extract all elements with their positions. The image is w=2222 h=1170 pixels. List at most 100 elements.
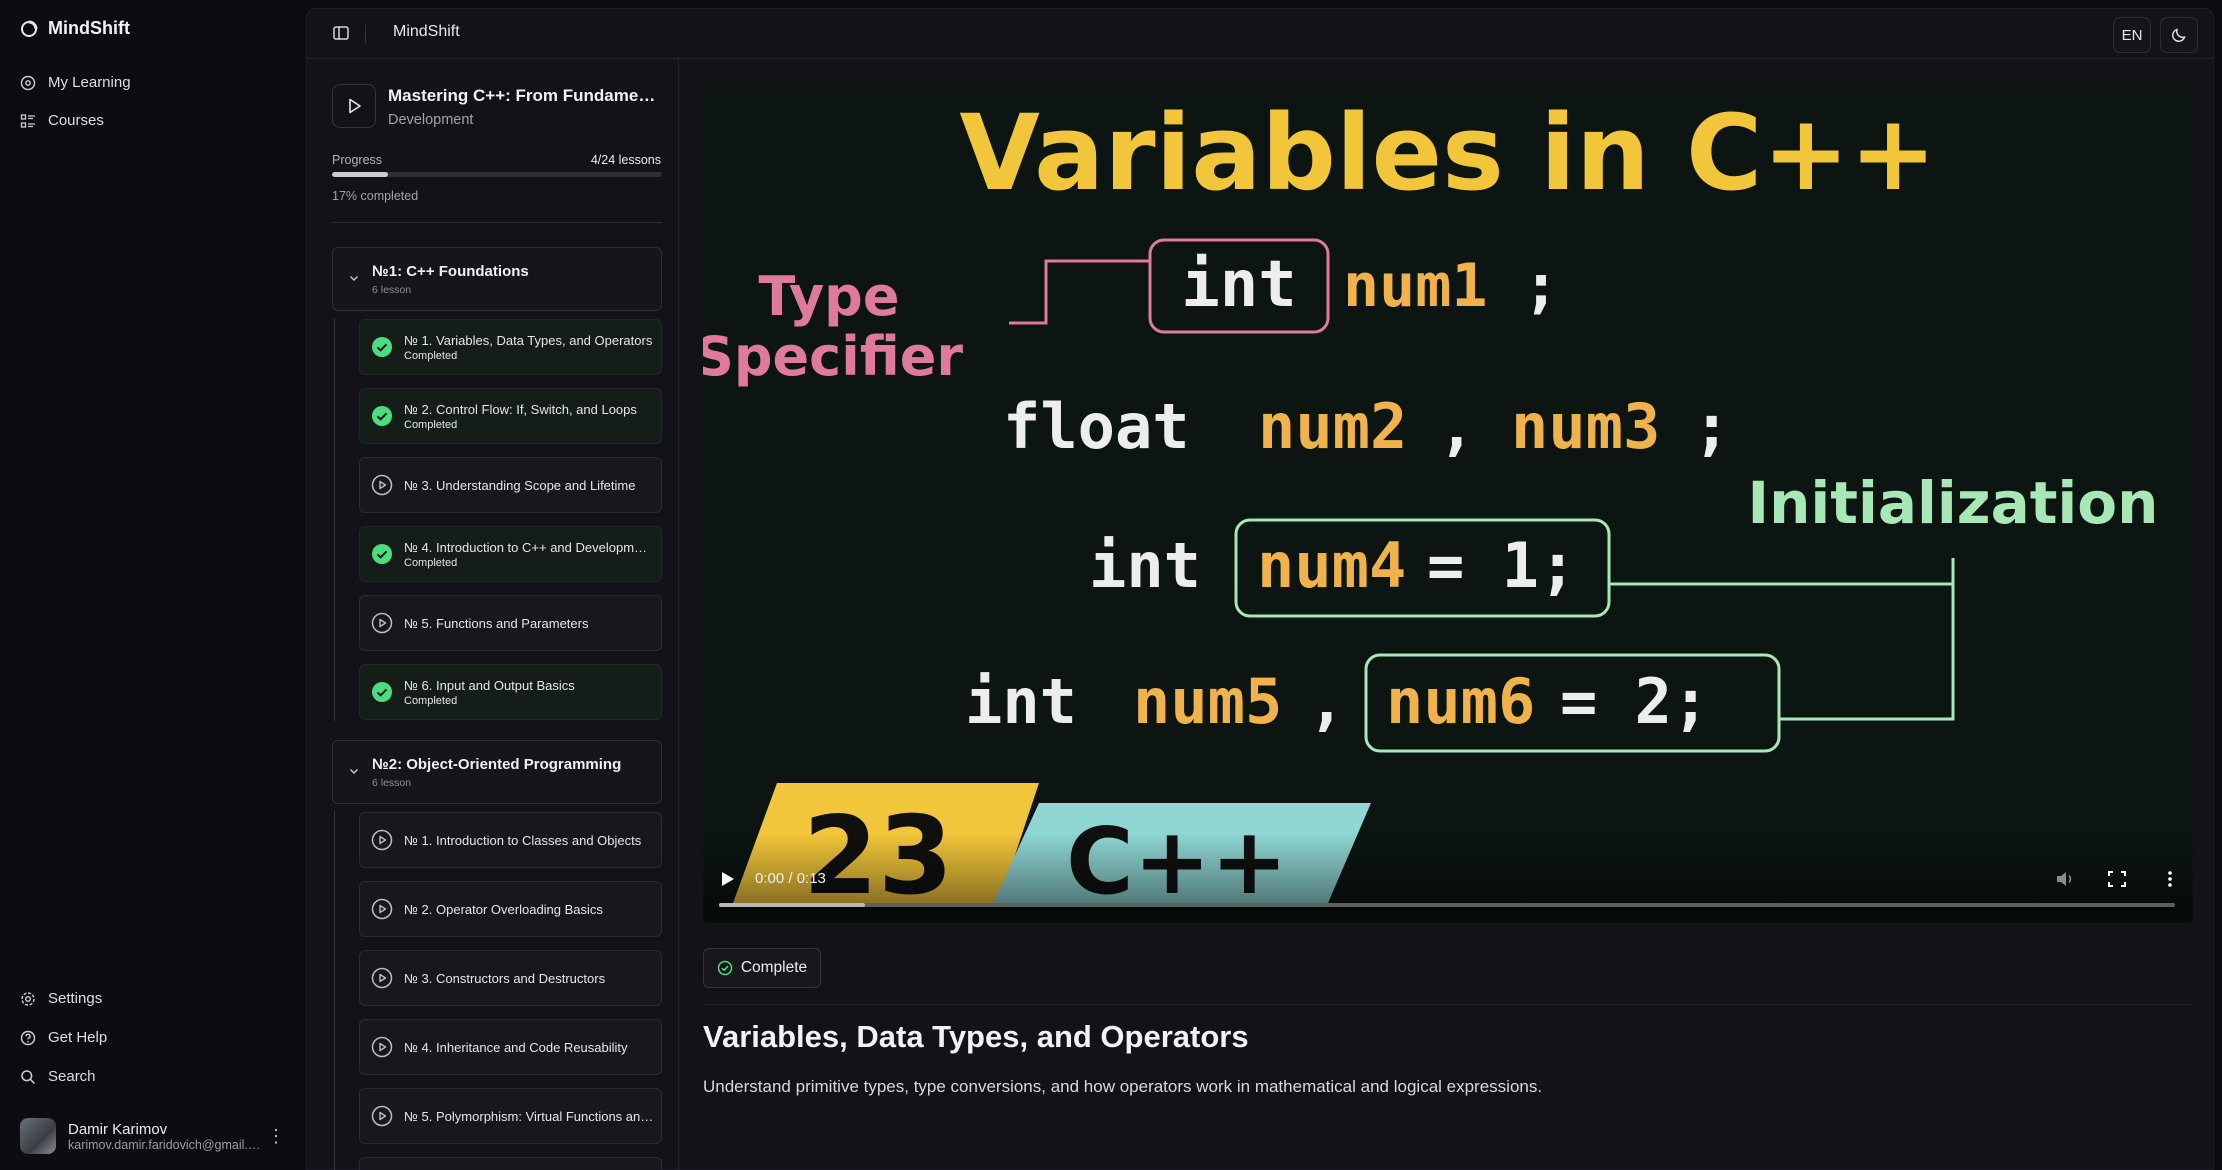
module-lesson-count: 6 lesson xyxy=(372,777,412,789)
lesson-item[interactable]: № 4. Inheritance and Code Reusability xyxy=(359,1019,662,1075)
module-rail xyxy=(334,811,335,1170)
play-circle-icon xyxy=(371,898,393,920)
course-play-button[interactable] xyxy=(332,84,376,128)
sidebar: MindShift My Learning Courses Settings G… xyxy=(0,0,306,1170)
lesson-name: № 2. Control Flow: If, Switch, and Loops xyxy=(404,401,637,417)
nav-settings[interactable]: Settings xyxy=(20,990,102,1007)
play-circle-icon xyxy=(371,1036,393,1058)
slide-line3-rest: = 1; xyxy=(1427,529,1576,602)
slide-type-label-2: Specifier xyxy=(703,325,963,388)
slide-line4-type: int xyxy=(965,665,1077,738)
play-circle-icon xyxy=(371,1105,393,1127)
nav-search[interactable]: Search xyxy=(20,1068,96,1085)
course-category: Development xyxy=(388,112,474,128)
slide-line2-var-a: num2 xyxy=(1258,390,1407,463)
check-circle-icon xyxy=(717,960,733,976)
course-outline: Mastering C++: From Fundamentals to Adva… xyxy=(307,59,679,1170)
video-seek-bar[interactable] xyxy=(719,903,2175,907)
volume-icon[interactable] xyxy=(2054,869,2076,889)
nav-label: Courses xyxy=(48,112,104,129)
lesson-item[interactable]: № 2. Operator Overloading Basics xyxy=(359,881,662,937)
logo-icon xyxy=(21,20,38,37)
lesson-item[interactable]: № 4. Introduction to C++ and Development… xyxy=(359,526,662,582)
gear-icon xyxy=(21,991,35,1006)
fullscreen-icon[interactable] xyxy=(2106,869,2128,889)
module-lesson-count: 6 lesson xyxy=(372,284,412,296)
play-circle-icon xyxy=(371,612,393,634)
moon-icon xyxy=(2172,28,2186,42)
more-vertical-icon[interactable]: ⋮ xyxy=(266,1126,286,1147)
help-icon xyxy=(20,1030,36,1045)
lesson-item[interactable]: № 1. Variables, Data Types, and Operator… xyxy=(359,319,662,375)
lesson-status: Completed xyxy=(404,556,458,569)
brand[interactable]: MindShift xyxy=(20,18,130,39)
theme-toggle-button[interactable] xyxy=(2160,17,2198,53)
search-icon xyxy=(21,1069,36,1084)
nav-label: Search xyxy=(48,1068,96,1085)
progress-fill xyxy=(332,172,389,177)
lesson-description: Understand primitive types, type convers… xyxy=(703,1077,1543,1096)
slide-line4-rest: = 2; xyxy=(1560,665,1709,738)
topbar: MindShift EN xyxy=(307,9,2213,59)
user-email: karimov.damir.faridovich@gmail.com xyxy=(68,1137,263,1152)
play-icon[interactable] xyxy=(721,871,735,887)
lesson-item[interactable]: № 1. Introduction to Classes and Objects xyxy=(359,812,662,868)
slide-line4-comma: , xyxy=(1308,665,1345,738)
slide-init-label: Initialization xyxy=(1748,469,2159,537)
complete-label: Complete xyxy=(740,959,808,976)
module-title: №1: C++ Foundations xyxy=(372,263,529,280)
slide-line1-end: ; xyxy=(1523,251,1559,321)
slide-line2-end: ; xyxy=(1693,390,1730,463)
progress-label: Progress xyxy=(332,153,383,167)
video-player[interactable]: Variables in C++ Type Specifier int num1… xyxy=(703,83,2193,923)
check-circle-icon xyxy=(372,406,392,426)
lesson-name: № 3. Constructors and Destructors xyxy=(404,970,606,986)
user-name: Damir Karimov xyxy=(68,1120,168,1138)
user-menu[interactable]: Damir Karimov karimov.damir.faridovich@g… xyxy=(20,1115,286,1157)
complete-button[interactable]: Complete xyxy=(703,948,821,988)
play-circle-icon xyxy=(371,967,393,989)
lesson-item[interactable]: № 2. Control Flow: If, Switch, and Loops… xyxy=(359,388,662,444)
lesson-status: Completed xyxy=(404,694,458,707)
divider xyxy=(332,222,662,223)
lesson-item[interactable]: № 5. Functions and Parameters xyxy=(359,595,662,651)
more-vertical-icon[interactable] xyxy=(2159,869,2181,889)
lesson-status: Completed xyxy=(404,418,458,431)
lesson-item[interactable]: № 6. Input and Output Basics Completed xyxy=(359,664,662,720)
nav-label: Get Help xyxy=(48,1029,108,1046)
avatar xyxy=(20,1118,56,1154)
lesson-item[interactable]: № 5. Polymorphism: Virtual Functions and… xyxy=(359,1088,662,1144)
nav-label: My Learning xyxy=(48,74,131,91)
lesson-name: № 1. Introduction to Classes and Objects xyxy=(404,832,642,848)
nav-get-help[interactable]: Get Help xyxy=(20,1029,107,1046)
slide-heading: Variables in C++ xyxy=(959,92,1936,214)
lesson-item[interactable]: № 3. Understanding Scope and Lifetime xyxy=(359,457,662,513)
check-circle-icon xyxy=(372,544,392,564)
lesson-item[interactable] xyxy=(359,1157,662,1170)
lesson-name: № 5. Polymorphism: Virtual Functions and… xyxy=(404,1108,654,1124)
nav-courses[interactable]: Courses xyxy=(20,112,104,129)
sidebar-toggle-icon[interactable] xyxy=(331,23,351,43)
slide-line1-var: num1 xyxy=(1343,251,1488,321)
slide-line3-var: num4 xyxy=(1257,529,1406,602)
check-circle-icon xyxy=(372,682,392,702)
lesson-name: № 5. Functions and Parameters xyxy=(404,615,589,631)
divider xyxy=(703,1004,2193,1005)
module-1-header[interactable]: №1: C++ Foundations 6 lesson xyxy=(332,247,662,311)
lesson-status: Completed xyxy=(404,349,458,362)
language-button[interactable]: EN xyxy=(2113,17,2151,53)
slide-line2-var-b: num3 xyxy=(1511,390,1660,463)
lesson-name: № 4. Introduction to C++ and Development… xyxy=(404,539,654,555)
progress-percent: 17% completed xyxy=(332,189,419,203)
slide-line4-var-a: num5 xyxy=(1133,665,1282,738)
module-rail xyxy=(334,318,335,721)
slide-type-label-1: Type xyxy=(759,265,900,328)
main-panel: MindShift EN Mastering C++: From Fundame… xyxy=(306,8,2214,1170)
chevron-down-icon xyxy=(350,276,358,281)
lesson-item[interactable]: № 3. Constructors and Destructors xyxy=(359,950,662,1006)
module-2-header[interactable]: №2: Object-Oriented Programming 6 lesson xyxy=(332,740,662,804)
video-frame: Variables in C++ Type Specifier int num1… xyxy=(703,83,2193,923)
lesson-name: № 1. Variables, Data Types, and Operator… xyxy=(404,332,653,348)
nav-my-learning[interactable]: My Learning xyxy=(20,74,131,91)
slide-line2-type: float xyxy=(1003,390,1190,463)
